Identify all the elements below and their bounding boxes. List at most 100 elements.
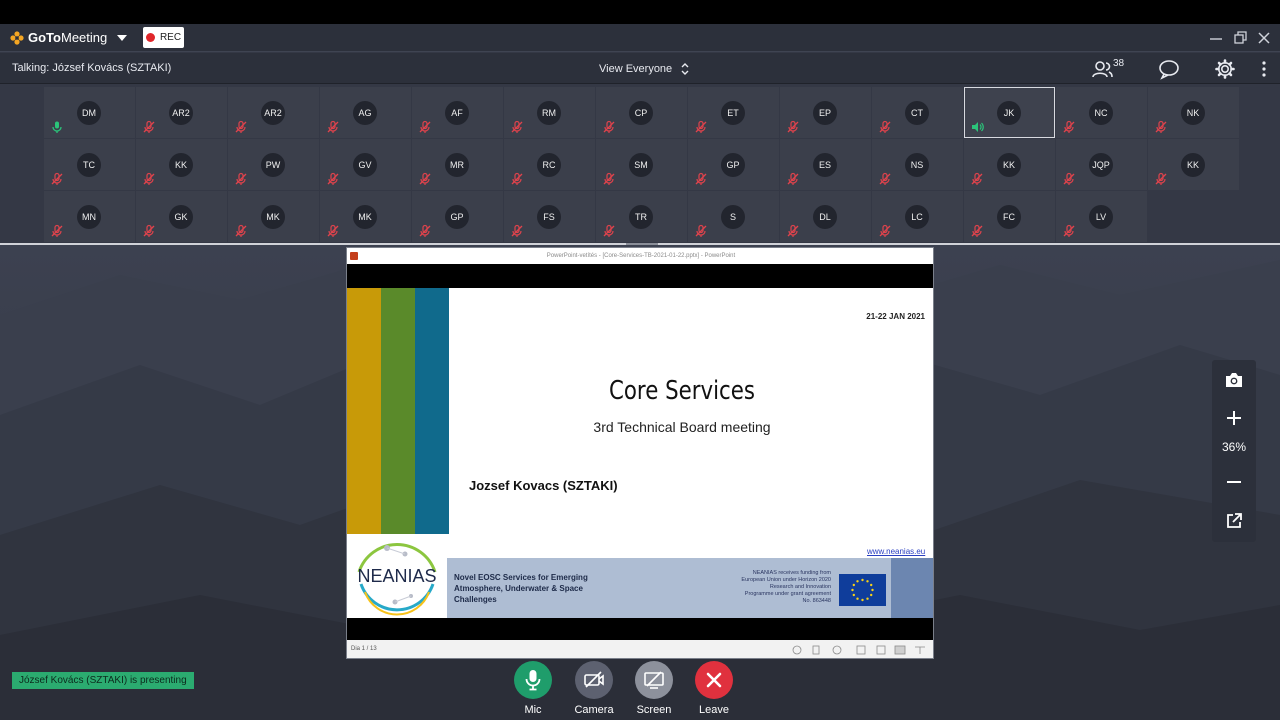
participant-tile[interactable]: MN [44, 191, 135, 242]
participant-tile[interactable]: KK [1148, 139, 1239, 190]
participant-tile[interactable]: MK [228, 191, 319, 242]
funding-line: Programme under grant agreement [744, 591, 831, 597]
more-options-icon[interactable] [1258, 58, 1270, 80]
mic-muted-icon [510, 120, 524, 134]
participant-tile[interactable]: AR2 [228, 87, 319, 138]
participant-tile[interactable]: NC [1056, 87, 1147, 138]
participant-avatar: GP [721, 153, 745, 177]
participant-tile[interactable]: FC [964, 191, 1055, 242]
camera-control[interactable]: Camera [564, 661, 624, 716]
participant-tile[interactable]: EP [780, 87, 871, 138]
participant-avatar: KK [1181, 153, 1205, 177]
camera-off-icon [584, 671, 604, 688]
eu-flag-icon [839, 574, 886, 606]
record-dot-icon [145, 33, 155, 42]
participant-tile[interactable]: S [688, 191, 779, 242]
mic-button[interactable] [514, 661, 552, 699]
participant-tile[interactable]: DM [44, 87, 135, 138]
slide-subtitle: 3rd Technical Board meeting [593, 419, 771, 435]
leave-control[interactable]: Leave [684, 661, 744, 716]
snapshot-button[interactable] [1222, 368, 1246, 392]
mic-muted-icon [326, 172, 340, 186]
mic-muted-icon [1154, 172, 1168, 186]
participant-tile[interactable]: NK [1148, 87, 1239, 138]
participant-avatar: S [721, 205, 745, 229]
screen-share-off-icon [644, 671, 664, 689]
camera-button[interactable] [575, 661, 613, 699]
pop-out-button[interactable] [1222, 509, 1246, 533]
screen-button[interactable] [635, 661, 673, 699]
settings-gear-icon[interactable] [1214, 58, 1236, 80]
close-icon[interactable] [1254, 28, 1274, 48]
mic-muted-icon [142, 120, 156, 134]
shared-screen[interactable]: PowerPoint-vetítés - [Core-Services-TB-2… [346, 247, 934, 659]
mic-muted-icon [602, 172, 616, 186]
participant-tile[interactable]: CP [596, 87, 687, 138]
mic-muted-icon [1062, 120, 1076, 134]
participant-tile[interactable]: RM [504, 87, 595, 138]
participant-tile[interactable]: GP [688, 139, 779, 190]
slide-stripe-blue [415, 288, 449, 534]
slide-date: 21-22 JAN 2021 [866, 312, 925, 321]
participant-tile[interactable]: DL [780, 191, 871, 242]
participant-tile[interactable]: JK [964, 87, 1055, 138]
participant-tile[interactable]: TC [44, 139, 135, 190]
participant-tile[interactable]: JQP [1056, 139, 1147, 190]
mic-muted-icon [694, 172, 708, 186]
participant-tile[interactable]: FS [504, 191, 595, 242]
participant-avatar: GV [353, 153, 377, 177]
participant-avatar: FS [537, 205, 561, 229]
participant-tile[interactable]: LC [872, 191, 963, 242]
letterbox-top [347, 264, 933, 288]
participant-tile[interactable]: GK [136, 191, 227, 242]
participant-tile[interactable]: LV [1056, 191, 1147, 242]
participant-tile[interactable]: SM [596, 139, 687, 190]
footer-line: Challenges [454, 595, 497, 604]
participant-tile[interactable]: GV [320, 139, 411, 190]
participant-tile[interactable]: CT [872, 87, 963, 138]
participant-tile[interactable]: ET [688, 87, 779, 138]
mic-muted-icon [50, 172, 64, 186]
participant-avatar: NK [1181, 101, 1205, 125]
presentation-status-bar: Dia 1 / 13 [347, 640, 933, 658]
presenting-banner: József Kovács (SZTAKI) is presenting [12, 672, 194, 689]
funding-text: NEANIAS receives funding from European U… [717, 570, 831, 605]
participants-icon[interactable] [1092, 58, 1114, 80]
app-menu-button[interactable]: GoTo Meeting [10, 30, 128, 45]
powerpoint-icon [350, 252, 358, 260]
title-bar: GoTo Meeting REC [0, 24, 1280, 52]
mic-muted-icon [326, 120, 340, 134]
participant-tile[interactable]: MR [412, 139, 503, 190]
funding-line: NEANIAS receives funding from [752, 570, 831, 576]
participant-tile[interactable]: RC [504, 139, 595, 190]
minimize-icon[interactable] [1206, 28, 1226, 48]
participant-tile[interactable]: NS [872, 139, 963, 190]
participant-tile[interactable]: AG [320, 87, 411, 138]
screen-control[interactable]: Screen [624, 661, 684, 716]
participant-tile[interactable]: AF [412, 87, 503, 138]
participant-avatar: LV [1089, 205, 1113, 229]
zoom-in-button[interactable] [1222, 406, 1246, 430]
participant-tile[interactable]: AR2 [136, 87, 227, 138]
zoom-out-button[interactable] [1222, 470, 1246, 494]
restore-icon[interactable] [1230, 28, 1250, 48]
mic-muted-icon [234, 120, 248, 134]
slide: 21-22 JAN 2021 Core Services 3rd Technic… [347, 288, 933, 618]
mic-control[interactable]: Mic [503, 661, 563, 716]
view-selector[interactable]: View Everyone [599, 62, 690, 76]
leave-button[interactable] [695, 661, 733, 699]
participant-tile[interactable]: TR [596, 191, 687, 242]
slide-url: www.neanias.eu [867, 547, 926, 556]
mic-muted-icon [878, 172, 892, 186]
participant-tile[interactable]: MK [320, 191, 411, 242]
chat-icon[interactable] [1158, 58, 1180, 80]
participant-tile[interactable]: ES [780, 139, 871, 190]
participant-grid: DM AR2 AR2 AG AF RM CP ET EP CT JK NC NK TC KK PW GV MR RC… [44, 87, 1242, 242]
close-x-icon [706, 672, 722, 688]
participant-tile[interactable]: PW [228, 139, 319, 190]
participant-tile[interactable]: KK [964, 139, 1055, 190]
slide-author: Jozsef Kovacs (SZTAKI) [469, 478, 618, 493]
participant-tile[interactable]: KK [136, 139, 227, 190]
recording-badge[interactable]: REC [143, 27, 184, 48]
participant-tile[interactable]: GP [412, 191, 503, 242]
